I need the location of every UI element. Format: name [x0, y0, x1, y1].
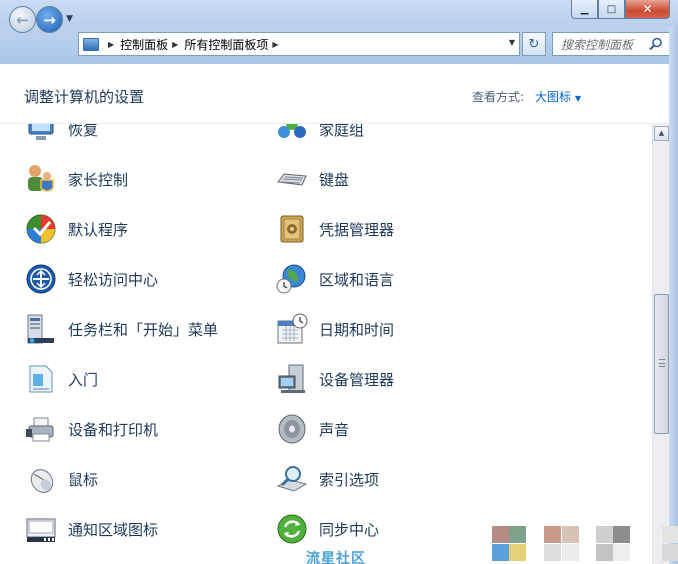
device-manager-icon	[278, 364, 305, 393]
sync-center-icon	[277, 514, 307, 544]
printer-icon	[26, 417, 54, 442]
homegroup-icon	[278, 124, 306, 138]
item-label[interactable]: 日期和时间	[319, 319, 394, 340]
item-label[interactable]: 设备管理器	[319, 369, 394, 390]
search-input[interactable]: 搜索控制面板	[552, 32, 670, 56]
address-bar[interactable]: ▶ 控制面板 ▶ 所有控制面板项 ▶ ▼	[78, 32, 520, 56]
item-label[interactable]: 通知区域图标	[68, 519, 158, 540]
recent-pages-dropdown-icon[interactable]: ▼	[66, 14, 73, 24]
window-frame-right	[669, 26, 678, 564]
item-label[interactable]: 键盘	[319, 169, 349, 190]
default-programs-icon	[26, 214, 56, 244]
item-date-time[interactable]: 日期和时间	[275, 309, 394, 349]
item-getting-started[interactable]: 入门	[24, 359, 98, 399]
item-default-programs[interactable]: 默认程序	[24, 209, 128, 249]
breadcrumb-arrow-icon[interactable]: ▶	[172, 40, 178, 49]
item-ease-of-access[interactable]: 轻松访问中心	[24, 259, 158, 299]
chevron-down-icon[interactable]: ▼	[575, 94, 581, 103]
item-device-manager[interactable]: 设备管理器	[275, 359, 394, 399]
refresh-icon: ↻	[528, 36, 540, 52]
back-button[interactable]: ←	[9, 6, 36, 33]
item-indexing-options[interactable]: 索引选项	[275, 459, 379, 499]
grip-icon	[659, 359, 665, 367]
window-controls: ▁ □ ✕	[571, 0, 670, 19]
item-label[interactable]: 设备和打印机	[68, 419, 158, 440]
vertical-scrollbar[interactable]: ▲	[652, 124, 669, 564]
item-parental-controls[interactable]: 家长控制	[24, 159, 128, 199]
forward-button[interactable]: →	[36, 6, 63, 33]
maximize-button[interactable]: □	[598, 0, 625, 19]
credential-manager-icon	[280, 215, 304, 243]
getting-started-icon	[29, 365, 53, 393]
item-label[interactable]: 同步中心	[319, 519, 379, 540]
region-language-icon	[276, 264, 306, 294]
item-label[interactable]: 索引选项	[319, 469, 379, 490]
item-region-language[interactable]: 区域和语言	[275, 259, 394, 299]
ease-of-access-icon	[26, 264, 56, 294]
item-label[interactable]: 区域和语言	[319, 269, 394, 290]
notification-icon	[26, 518, 56, 542]
item-homegroup[interactable]: 家庭组	[275, 124, 364, 149]
taskbar-icon	[27, 314, 54, 344]
item-sync-center[interactable]: 同步中心	[275, 509, 379, 549]
item-label[interactable]: 任务栏和「开始」菜单	[68, 319, 218, 340]
breadcrumb-all-items[interactable]: 所有控制面板项	[184, 36, 268, 53]
close-button[interactable]: ✕	[625, 0, 670, 19]
item-label[interactable]: 家庭组	[319, 124, 364, 140]
scroll-thumb[interactable]	[654, 294, 669, 434]
item-credential-manager[interactable]: 凭据管理器	[275, 209, 394, 249]
view-by-value[interactable]: 大图标	[535, 90, 571, 104]
search-icon[interactable]	[649, 37, 663, 51]
control-panel-items: 恢复 家长控制 默认程序 轻松访问中心 任务栏和「开始」菜单 入门 设备和打印机…	[0, 124, 652, 564]
item-label[interactable]: 默认程序	[68, 219, 128, 240]
page-title: 调整计算机的设置	[24, 88, 145, 106]
sound-icon	[278, 414, 306, 444]
mouse-icon	[30, 469, 54, 493]
search-placeholder: 搜索控制面板	[561, 37, 634, 52]
view-by-label: 查看方式:	[472, 90, 525, 104]
date-time-icon	[277, 313, 308, 344]
item-label[interactable]: 鼠标	[68, 469, 98, 490]
item-notification-icons[interactable]: 通知区域图标	[24, 509, 158, 549]
item-devices-printers[interactable]: 设备和打印机	[24, 409, 158, 449]
item-recovery[interactable]: 恢复	[24, 124, 98, 149]
page-header: 调整计算机的设置 查看方式: 大图标 ▼	[0, 64, 678, 124]
scroll-up-button[interactable]: ▲	[654, 126, 669, 141]
item-sound[interactable]: 声音	[275, 409, 349, 449]
pixel-mosaic-overlay	[492, 526, 678, 564]
item-label[interactable]: 恢复	[68, 124, 98, 140]
view-by-dropdown[interactable]: 大图标 ▼	[535, 88, 581, 105]
item-label[interactable]: 家长控制	[68, 169, 128, 190]
item-label[interactable]: 声音	[319, 419, 349, 440]
breadcrumb-control-panel[interactable]: 控制面板	[120, 36, 168, 53]
keyboard-icon	[277, 173, 307, 186]
watermark: 流星社区	[306, 551, 366, 564]
item-label[interactable]: 入门	[68, 369, 98, 390]
breadcrumb-arrow-icon[interactable]: ▶	[272, 40, 278, 49]
indexing-icon	[276, 466, 308, 492]
item-label[interactable]: 轻松访问中心	[68, 269, 158, 290]
item-label[interactable]: 凭据管理器	[319, 219, 394, 240]
title-bar: ▁ □ ✕	[0, 0, 678, 26]
minimize-button[interactable]: ▁	[571, 0, 598, 19]
item-keyboard[interactable]: 键盘	[275, 159, 349, 199]
address-dropdown-icon[interactable]: ▼	[509, 38, 515, 47]
refresh-button[interactable]: ↻	[522, 32, 546, 56]
breadcrumb-arrow-icon[interactable]: ▶	[108, 40, 114, 49]
recovery-icon	[28, 124, 54, 140]
item-mouse[interactable]: 鼠标	[24, 459, 98, 499]
control-panel-icon	[83, 37, 99, 51]
parental-controls-icon	[28, 165, 54, 192]
item-taskbar-start-menu[interactable]: 任务栏和「开始」菜单	[24, 309, 218, 349]
